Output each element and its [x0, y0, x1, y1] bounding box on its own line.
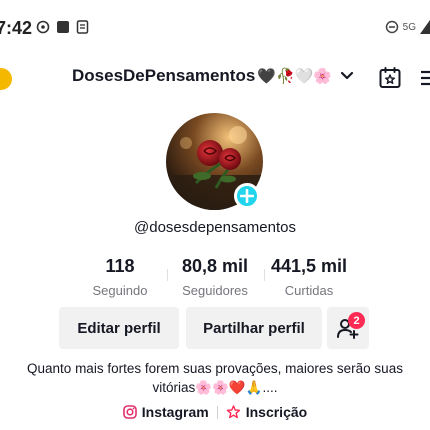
document-icon	[76, 20, 89, 34]
friends-badge: 2	[348, 312, 365, 329]
status-bar: 7:42 5G	[0, 0, 430, 44]
edit-profile-button[interactable]: Editar perfil	[59, 307, 179, 349]
profile-top-bar: DosesDePensamentos 🖤🥀🤍🌸	[0, 62, 430, 96]
username-title: DosesDePensamentos	[72, 66, 256, 85]
stat-divider	[167, 269, 168, 281]
stat-likes[interactable]: 441,5 mil Curtidas	[266, 256, 352, 298]
status-time: 7:42	[0, 18, 33, 38]
instagram-link-label: Instagram	[141, 404, 209, 420]
status-notification-icons	[36, 20, 89, 34]
followers-label: Seguidores	[182, 283, 248, 298]
chevron-down-icon[interactable]	[340, 71, 354, 81]
whatsapp-icon	[36, 20, 50, 34]
do-not-disturb-icon	[385, 20, 398, 34]
stat-followers[interactable]: 80,8 mil Seguidores	[172, 256, 258, 298]
followers-count: 80,8 mil	[181, 256, 249, 276]
stat-following[interactable]: 118 Seguindo	[80, 256, 160, 298]
bio: Quanto mais fortes forem suas provações,…	[0, 359, 430, 397]
following-count: 118	[105, 256, 135, 276]
instagram-link[interactable]: Instagram	[122, 404, 209, 420]
menu-icon[interactable]	[420, 66, 430, 90]
calendar-icon[interactable]	[378, 66, 402, 90]
app-square-icon	[57, 21, 69, 33]
share-profile-button[interactable]: Partilhar perfil	[186, 307, 322, 349]
profile-links: Instagram Inscrição	[0, 404, 430, 420]
status-system-icons: 5G	[385, 20, 430, 34]
following-label: Seguindo	[92, 283, 148, 298]
add-photo-button[interactable]	[234, 183, 260, 209]
link-divider	[216, 405, 218, 419]
add-friends-button[interactable]	[327, 307, 369, 349]
bio-line-1: Quanto mais fortes forem suas provações,…	[27, 361, 403, 376]
account-switcher[interactable]: DosesDePensamentos 🖤🥀🤍🌸	[72, 66, 354, 86]
likes-label: Curtidas	[284, 283, 334, 298]
username-emojis: 🖤🥀🤍🌸	[257, 68, 333, 85]
likes-count: 441,5 mil	[270, 256, 348, 276]
profile-handle: @dosesdepensamentos	[134, 219, 296, 236]
network-type: 5G	[402, 21, 416, 33]
stat-divider	[264, 269, 265, 281]
subscription-link[interactable]: Inscrição	[226, 404, 307, 420]
subscription-link-label: Inscrição	[245, 404, 308, 420]
signal-icon	[420, 20, 430, 34]
plus-icon	[240, 189, 254, 203]
bio-line-2: vitórias🌸🌸❤️🙏....	[152, 380, 278, 395]
subscription-icon	[226, 405, 240, 419]
instagram-icon	[122, 405, 137, 419]
coins-icon[interactable]	[0, 68, 12, 90]
